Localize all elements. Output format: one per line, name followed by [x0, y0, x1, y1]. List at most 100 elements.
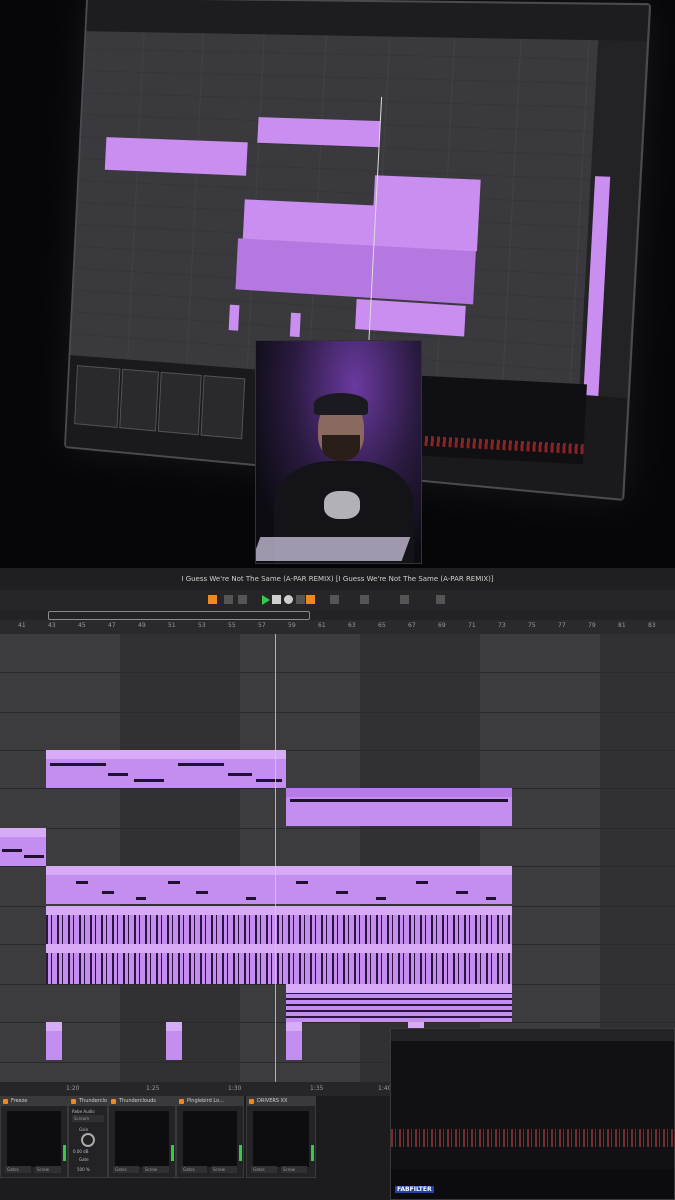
key-map-icon[interactable]: [436, 595, 445, 604]
device-option[interactable]: Screw: [35, 1166, 61, 1173]
daw-window: I Guess We're Not The Same (A-PAR REMIX)…: [0, 568, 675, 1200]
lane-separator: [0, 672, 675, 673]
device-freeze[interactable]: Freeze Gates Screw: [0, 1096, 68, 1178]
fabfilter-logo: FABFILTER: [395, 1186, 434, 1193]
plugin-titlebar[interactable]: [391, 1029, 674, 1041]
output-meter: [171, 1145, 174, 1161]
arrangement-record-button[interactable]: [208, 595, 217, 604]
midi-note: [336, 891, 348, 894]
ruler-label: 43: [48, 622, 56, 629]
device-title: Pinglebird Lo...: [177, 1097, 243, 1106]
midi-note: [2, 849, 22, 852]
midi-clip[interactable]: [0, 828, 46, 866]
monitor-clip: [257, 117, 380, 148]
midi-note: [228, 773, 252, 776]
midi-clip[interactable]: [46, 866, 512, 904]
lane-separator: [0, 828, 675, 829]
device-power-button[interactable]: [249, 1099, 254, 1104]
midi-note: [296, 881, 308, 884]
ruler-label: 49: [138, 622, 146, 629]
midi-clip[interactable]: [46, 750, 286, 788]
ruler-label: 51: [168, 622, 176, 629]
plugin-footer: [391, 1169, 674, 1199]
metronome-icon[interactable]: [400, 595, 409, 604]
audio-clip[interactable]: [46, 1022, 62, 1060]
keyboard: [256, 537, 411, 561]
device-chain: Freeze Gates Screw Thunderclouds Rebe Au…: [0, 1096, 390, 1200]
play-button[interactable]: [262, 595, 270, 605]
spectrum-analyzer-window[interactable]: FABFILTER: [390, 1028, 675, 1200]
device-thunderclouds[interactable]: Thunderclouds Gates Screw: [108, 1096, 176, 1178]
draw-mode-icon[interactable]: [330, 595, 339, 604]
device-title: Thunderclouds: [109, 1097, 175, 1106]
monitor-clip: [289, 312, 301, 338]
record-button[interactable]: [284, 595, 293, 604]
device-power-button[interactable]: [179, 1099, 184, 1104]
midi-note: [102, 891, 114, 894]
overdub-button[interactable]: [296, 595, 305, 604]
ruler-label: 53: [198, 622, 206, 629]
audio-clip[interactable]: [286, 1022, 302, 1060]
midi-note: [246, 897, 256, 900]
transport-bar: [0, 590, 675, 610]
device-thunderclouds-controls[interactable]: Thunderclouds Rebe Audio Scream Gain 0.0…: [68, 1096, 108, 1178]
device-drivers[interactable]: DRIVERS XX Gates Screw: [246, 1096, 316, 1178]
audio-clip[interactable]: [166, 1022, 182, 1060]
automation-arm-button[interactable]: [306, 595, 315, 604]
device-power-button[interactable]: [111, 1099, 116, 1104]
device-option[interactable]: Gates: [113, 1166, 139, 1173]
person-hat: [314, 393, 368, 415]
audio-clip[interactable]: [286, 984, 512, 1022]
photo-background: [0, 0, 675, 565]
ruler-label: 57: [258, 622, 266, 629]
audio-clip[interactable]: [46, 906, 512, 944]
time-label: 1:30: [228, 1085, 242, 1092]
device-param-value: 0.00 dB: [73, 1149, 89, 1154]
midi-note: [416, 881, 428, 884]
device-option[interactable]: Gates: [181, 1166, 207, 1173]
device-power-button[interactable]: [71, 1099, 76, 1104]
monitor-device: [157, 371, 202, 436]
device-title: DRIVERS XX: [247, 1097, 315, 1106]
device-option[interactable]: Gates: [5, 1166, 31, 1173]
follow-icon[interactable]: [360, 595, 369, 604]
midi-clip[interactable]: [286, 788, 512, 826]
overview-window[interactable]: [48, 611, 310, 620]
device-option[interactable]: Gates: [251, 1166, 277, 1173]
stop-button[interactable]: [272, 595, 281, 604]
midi-note: [376, 897, 386, 900]
beat-ruler[interactable]: 41 43 45 47 49 51 53 55 57 59 61 63 65 6…: [0, 620, 675, 635]
midi-note: [24, 855, 44, 858]
loop-icon[interactable]: [224, 595, 233, 604]
monitor-device: [200, 375, 246, 440]
device-pinglebird[interactable]: Pinglebird Lo... Gates Screw: [176, 1096, 244, 1178]
person-beard: [322, 435, 360, 461]
device-option[interactable]: Screw: [211, 1166, 237, 1173]
mode-select[interactable]: Scream: [72, 1115, 104, 1122]
midi-note: [256, 779, 282, 782]
punch-icon[interactable]: [238, 595, 247, 604]
spectrum-trace: [391, 1129, 674, 1147]
midi-note: [108, 773, 128, 776]
device-param-label: Gain: [79, 1127, 89, 1132]
overview-bar[interactable]: [0, 610, 675, 620]
ruler-label: 65: [378, 622, 386, 629]
device-power-button[interactable]: [3, 1099, 8, 1104]
arrangement-view[interactable]: [0, 634, 675, 1082]
monitor-device: [74, 365, 121, 428]
monitor-clip: [104, 137, 248, 176]
ruler-label: 47: [108, 622, 116, 629]
ruler-label: 77: [558, 622, 566, 629]
lane-separator: [0, 712, 675, 713]
gain-knob[interactable]: [81, 1133, 95, 1147]
device-option[interactable]: Screw: [143, 1166, 169, 1173]
ruler-label: 45: [78, 622, 86, 629]
playhead[interactable]: [275, 634, 276, 1082]
device-option[interactable]: Screw: [281, 1166, 307, 1173]
midi-note: [136, 897, 146, 900]
audio-clip[interactable]: [46, 944, 512, 984]
midi-note: [168, 881, 180, 884]
time-ruler[interactable]: 1:20 1:25 1:30 1:35 1:40: [0, 1082, 391, 1096]
device-title: Freeze: [1, 1097, 67, 1106]
output-meter: [311, 1145, 314, 1161]
